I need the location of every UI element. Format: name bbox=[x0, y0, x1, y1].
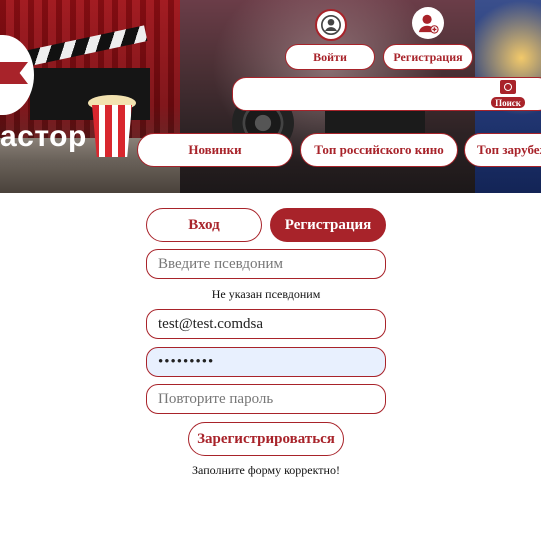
login-button[interactable]: Войти bbox=[285, 44, 375, 70]
nav-top-foreign[interactable]: Топ зарубежного кино bbox=[464, 133, 541, 167]
nav-top-russian[interactable]: Топ российского кино bbox=[300, 133, 458, 167]
popcorn-bucket-image bbox=[92, 105, 132, 157]
nickname-field[interactable] bbox=[146, 249, 386, 279]
password-field[interactable] bbox=[146, 347, 386, 377]
clapperboard-image bbox=[26, 25, 150, 120]
form-status-message: Заполните форму корректно! bbox=[192, 463, 340, 477]
nickname-error: Не указан псевдоним bbox=[211, 287, 321, 301]
logo-text[interactable]: астор bbox=[0, 120, 87, 154]
user-add-icon[interactable] bbox=[412, 7, 444, 39]
search-icon[interactable] bbox=[500, 80, 516, 94]
search-button[interactable]: Поиск bbox=[491, 97, 525, 108]
header-banner: астор Войти Регистрация Поиск Новинки То… bbox=[0, 0, 541, 193]
nav-new-releases[interactable]: Новинки bbox=[137, 133, 293, 167]
password-repeat-field[interactable] bbox=[146, 384, 386, 414]
user-circle-icon[interactable] bbox=[315, 9, 347, 41]
register-submit-button[interactable]: Зарегистрироваться bbox=[188, 422, 344, 456]
tab-login[interactable]: Вход bbox=[146, 208, 262, 242]
email-field[interactable] bbox=[146, 309, 386, 339]
tab-register[interactable]: Регистрация bbox=[270, 208, 386, 242]
register-button[interactable]: Регистрация bbox=[383, 44, 473, 70]
